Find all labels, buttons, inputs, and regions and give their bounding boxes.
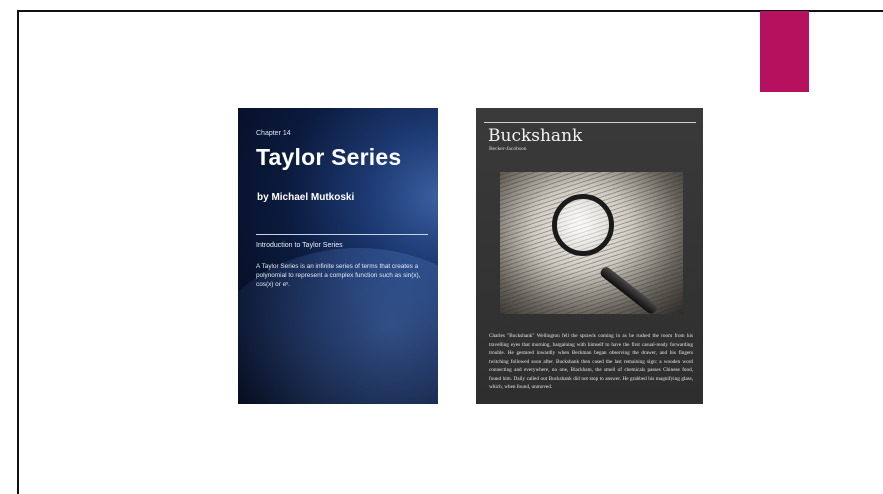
divider	[256, 234, 428, 235]
section-heading: Introduction to Taylor Series	[256, 242, 343, 249]
slide-frame	[17, 10, 883, 494]
book-title: Buckshank	[488, 126, 583, 146]
book-cover-buckshank[interactable]: Buckshank Becker-Jacobson Charles "Bucks…	[476, 108, 703, 404]
book-author: by Michael Mutkoski	[257, 192, 355, 203]
accent-block	[760, 11, 809, 92]
divider	[484, 122, 696, 123]
book-description: A Taylor Series is an infinite series of…	[256, 263, 421, 288]
book-cover-taylor-series[interactable]: Chapter 14 Taylor Series by Michael Mutk…	[238, 108, 438, 404]
book-subtitle: Becker-Jacobson	[489, 146, 527, 152]
magnifying-glass-photo	[500, 172, 683, 314]
book-title: Taylor Series	[256, 144, 402, 170]
magnifying-glass-icon	[552, 194, 614, 256]
chapter-label: Chapter 14	[256, 130, 291, 137]
book-excerpt: Charles "Buckshank" Wellington fell the …	[489, 333, 693, 390]
